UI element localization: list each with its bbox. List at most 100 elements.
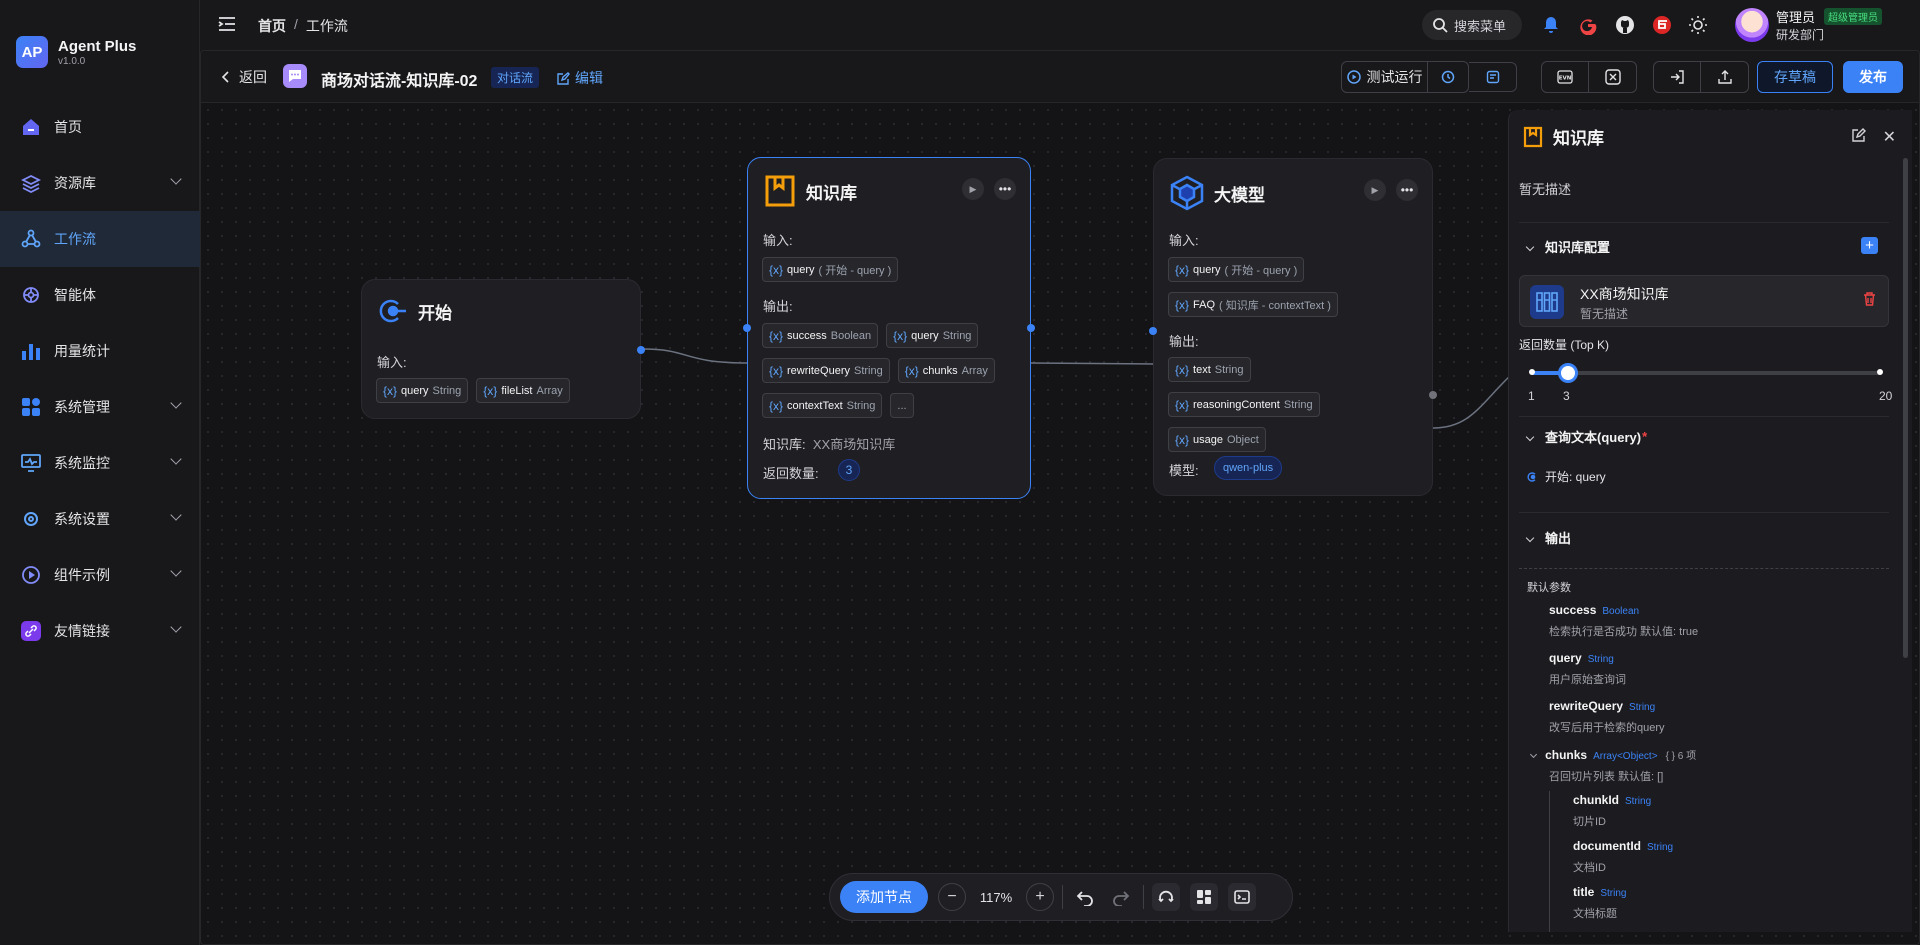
variables-button[interactable] [1589, 62, 1636, 92]
start-node[interactable]: 开始 输入: {x} query String {x} fileList Array [361, 279, 645, 419]
topk-slider[interactable] [1529, 363, 1883, 383]
kb-card-name: XX商场知识库 [1580, 286, 1669, 302]
run-history-button[interactable] [1428, 62, 1468, 92]
sidebar-item-usage[interactable]: 用量统计 [0, 323, 200, 379]
chevron-down-icon [170, 565, 182, 577]
more-icon[interactable]: ••• [1396, 179, 1418, 201]
node-actions: ▶ ••• [962, 178, 1016, 200]
close-icon[interactable]: ✕ [1883, 127, 1896, 147]
sidebar-item-label: 资源库 [54, 175, 96, 191]
kb-card[interactable]: XX商场知识库 暂无描述 [1519, 275, 1889, 327]
run-node-icon[interactable]: ▶ [962, 178, 984, 200]
more-outputs-chip[interactable]: ... [890, 393, 914, 418]
output-section-header[interactable]: 输出 [1519, 512, 1889, 562]
undo-button[interactable] [1071, 883, 1099, 911]
test-run-group: 测试运行 [1341, 61, 1469, 93]
menu-toggle-icon[interactable] [217, 14, 237, 34]
chevron-down-icon [1525, 432, 1535, 441]
edit-flow-button[interactable]: 编辑 [557, 68, 603, 88]
minimap-button[interactable] [1190, 883, 1218, 911]
sidebar-item-agent[interactable]: 智能体 [0, 267, 200, 323]
auto-layout-button[interactable] [1152, 883, 1180, 911]
sidebar-item-label: 友情链接 [54, 623, 110, 639]
publish-button[interactable]: 发布 [1843, 61, 1903, 93]
chevron-down-icon [170, 509, 182, 521]
input-port[interactable] [743, 324, 751, 332]
github-icon[interactable] [1614, 14, 1636, 36]
debug-panel-button[interactable] [1469, 62, 1517, 92]
var-chip: {x} success Boolean [762, 323, 879, 348]
console-button[interactable] [1228, 883, 1256, 911]
save-draft-button[interactable]: 存草稿 [1757, 61, 1833, 93]
chevron-down-icon [170, 453, 182, 465]
input-label: 输入: [1169, 233, 1199, 248]
search-menu-button[interactable]: 搜索菜单 [1422, 10, 1522, 40]
zoom-in-button[interactable]: + [1026, 883, 1054, 911]
bell-icon[interactable] [1540, 14, 1562, 36]
sidebar-item-home[interactable]: 首页 [0, 99, 200, 155]
llm-node[interactable]: 大模型 ▶ ••• 输入: {x} query( 开始 - query ) {x}… [1149, 158, 1437, 496]
node-title: 开始 [418, 303, 452, 323]
query-section-header[interactable]: 查询文本(query) * [1519, 416, 1889, 456]
breadcrumb: 首页 / 工作流 [258, 16, 348, 36]
output-port[interactable] [637, 346, 645, 354]
run-node-icon[interactable]: ▶ [1364, 179, 1386, 201]
search-icon [1433, 18, 1448, 33]
sidebar-item-label: 工作流 [54, 231, 96, 247]
top-header: 首页 / 工作流 搜索菜单 管理员 超级管理员 研发部门 [200, 0, 1920, 50]
export-button[interactable] [1701, 62, 1748, 92]
output-param-row-chunks[interactable]: chunks Array<Object>{ } 6 项 召回切片列表 默认值: [… [1529, 747, 1696, 784]
trash-icon[interactable] [1863, 292, 1876, 309]
chevron-down-icon [170, 397, 182, 409]
input-port[interactable] [1149, 327, 1157, 335]
output-port[interactable] [1429, 391, 1437, 399]
gitee-icon[interactable] [1651, 14, 1673, 36]
add-kb-button[interactable]: + [1861, 237, 1878, 254]
knowledge-base-node[interactable]: 知识库 ▶ ••• 输入: {x} query( 开始 - query ) 输出:… [743, 157, 1035, 499]
variable-icon: {x} [1175, 262, 1190, 277]
sidebar-item-resources[interactable]: 资源库 [0, 155, 200, 211]
kb-config-section-header[interactable]: 知识库配置 [1519, 222, 1889, 270]
model-label: 模型: [1169, 463, 1199, 478]
slider-thumb[interactable] [1557, 363, 1578, 383]
sidebar-item-workflow[interactable]: 工作流 [0, 211, 200, 267]
env-vars-button[interactable]: EVN [1542, 62, 1590, 92]
import-button[interactable] [1654, 62, 1702, 92]
sidebar: AP Agent Plus v1.0.0 首页 资源库 工作流 智能体 用量统计… [0, 0, 200, 945]
sidebar-nav: 首页 资源库 工作流 智能体 用量统计 系统管理 系统监控 系统设置 组件示例 … [0, 99, 200, 659]
dock-divider [1143, 885, 1144, 909]
test-run-button[interactable]: 测试运行 [1342, 62, 1428, 92]
sidebar-item-sys-manage[interactable]: 系统管理 [0, 379, 200, 435]
back-button[interactable]: 返回 [221, 67, 267, 87]
edit-node-icon[interactable] [1852, 128, 1866, 145]
panel-scrollbar[interactable] [1903, 158, 1908, 658]
user-name[interactable]: 管理员 [1776, 7, 1815, 26]
output-label: 输出: [763, 299, 793, 314]
required-mark: * [1642, 429, 1648, 444]
chevron-down-icon [170, 173, 182, 185]
workflow-toolbar: 返回 商场对话流-知识库-02 对话流 编辑 测试运行 EVN 存草稿 发布 [201, 51, 1919, 103]
sidebar-item-sys-settings[interactable]: 系统设置 [0, 491, 200, 547]
redo-icon [1113, 891, 1130, 906]
sidebar-item-links[interactable]: 友情链接 [0, 603, 200, 659]
query-source[interactable]: 开始: query [1527, 468, 1606, 485]
kb-config-label: 知识库配置 [1545, 240, 1611, 255]
output-param-row: success Boolean 检索执行是否成功 默认值: true [1549, 603, 1699, 638]
slider-max-label: 20 [1879, 389, 1893, 403]
breadcrumb-home[interactable]: 首页 [258, 16, 286, 36]
more-icon[interactable]: ••• [994, 178, 1016, 200]
cube-icon [1170, 175, 1204, 211]
redo-button[interactable] [1107, 883, 1135, 911]
add-node-button[interactable]: 添加节点 [840, 881, 928, 913]
theme-sun-icon[interactable] [1687, 14, 1709, 36]
user-dept: 研发部门 [1776, 28, 1825, 42]
google-icon[interactable] [1577, 14, 1599, 36]
sidebar-item-label: 系统设置 [54, 511, 110, 527]
sidebar-item-components[interactable]: 组件示例 [0, 547, 200, 603]
zoom-out-button[interactable]: − [938, 883, 966, 911]
avatar[interactable] [1735, 8, 1769, 42]
sidebar-item-sys-monitor[interactable]: 系统监控 [0, 435, 200, 491]
app-logo[interactable]: AP Agent Plus v1.0.0 [16, 36, 136, 68]
chevron-down-icon [1525, 242, 1535, 251]
output-port[interactable] [1027, 324, 1035, 332]
